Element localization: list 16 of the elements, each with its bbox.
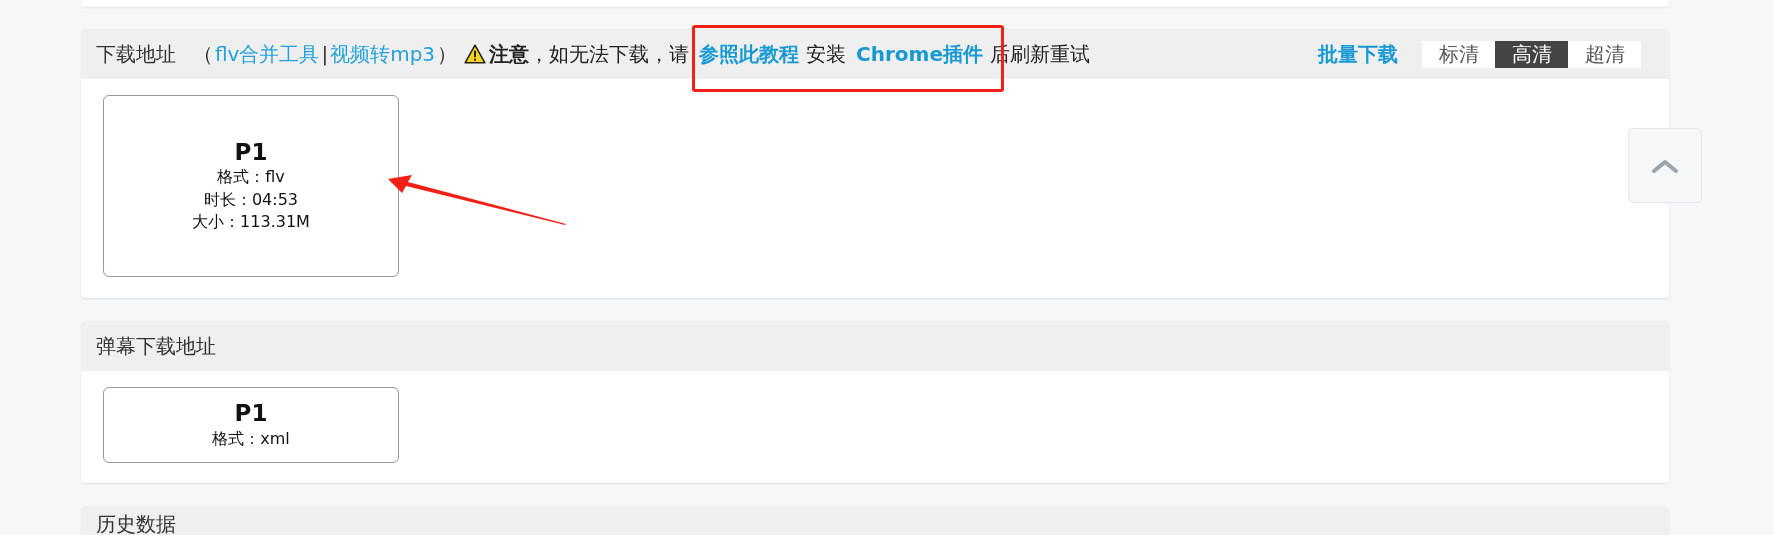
download-card[interactable]: P1 格式：flv 时长：04:53 大小：113.31M <box>103 95 399 277</box>
quality-tab[interactable]: 高清 <box>1495 40 1568 68</box>
part-title: P1 <box>234 400 268 428</box>
file-info: 格式：xml <box>212 427 290 450</box>
file-info: 大小：113.31M <box>192 211 310 233</box>
section-title: 历史数据 <box>96 511 176 535</box>
section-title: 下载地址 <box>96 40 176 68</box>
warning-icon <box>464 44 487 64</box>
download-card[interactable]: P1 格式：xml <box>103 387 399 463</box>
file-info: 格式：flv <box>217 166 285 189</box>
chevron-up-icon <box>1651 157 1679 174</box>
file-info: 时长：04:53 <box>203 188 299 211</box>
tool-links: （flv合并工具|视频转mp3） <box>193 40 458 68</box>
section-title: 弹幕下载地址 <box>96 332 216 360</box>
scroll-top-button[interactable] <box>1628 128 1702 203</box>
part-title: P1 <box>234 138 268 167</box>
